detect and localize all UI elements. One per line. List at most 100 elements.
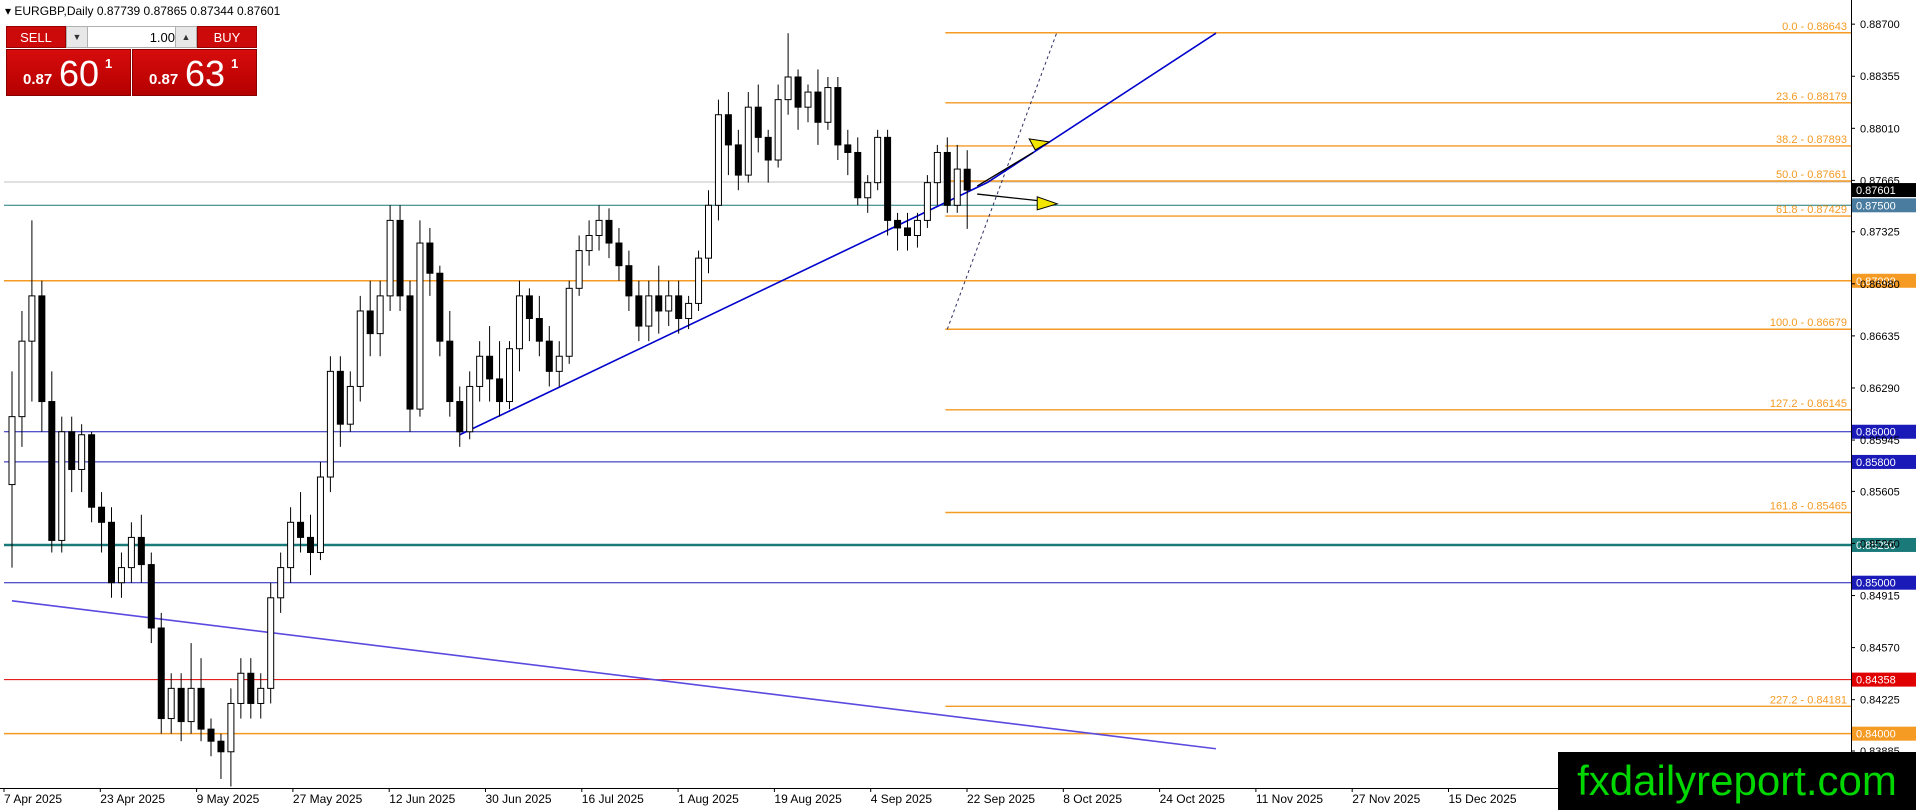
candle [58,416,66,553]
lot-decrease-icon[interactable]: ▼ [67,27,88,47]
level-price-label: 0.87500 [1856,200,1896,212]
candle-body [525,295,533,320]
sell-button[interactable]: SELL [6,26,66,48]
candle [506,341,513,410]
candle [645,280,653,342]
candle-body [824,87,832,123]
candle [8,371,16,568]
candle [864,175,872,213]
candle-body [326,370,334,478]
candle [615,227,623,281]
candle [794,69,802,130]
candle [416,220,424,417]
candle-body [297,521,305,538]
candle-body [515,295,523,350]
candle [167,673,175,734]
candle-body [963,168,971,191]
buy-button[interactable]: BUY [197,26,257,48]
candle [396,205,404,311]
candle [724,92,732,176]
level-price-label: 0.84358 [1856,675,1896,687]
lot-increase-icon[interactable]: ▲ [175,27,196,47]
candle-body [545,340,553,372]
candle [565,280,573,364]
price-tick-label: 0.85260 [1860,538,1900,550]
candle-body [247,672,255,704]
candle [874,129,882,191]
candle [754,84,762,153]
chart-area[interactable]: 0.0 - 0.88643 23.6 - 0.88179 38.2 - 0.8789… [0,0,1916,810]
candle-body [346,385,354,425]
candle [705,190,712,274]
price-tick-label: 0.87325 [1860,227,1900,239]
down-arrow-head [1036,196,1059,211]
candle [316,461,324,561]
candle-body [844,144,852,153]
candle [714,99,722,221]
candle-body [167,687,175,720]
candle-body [754,106,762,138]
candle-body [635,295,643,327]
buy-price-box[interactable]: 0.87 63 1 [132,49,257,96]
candle-body [426,242,434,274]
candle [854,137,862,206]
candle-body [555,355,563,372]
candle [247,658,255,719]
candle-body [595,219,603,236]
candle-body [187,687,195,723]
candle [356,295,364,402]
candle [227,688,235,787]
candle-body [615,242,623,267]
candle [575,235,583,296]
candle-body [157,627,165,720]
candle-body [953,168,961,206]
price-tick-label: 0.86980 [1860,279,1900,291]
candle [486,326,494,402]
candle-body [923,182,931,221]
sell-price-big: 60 [59,53,100,94]
candle-body [655,295,663,312]
candle-body [685,302,693,320]
candle [237,658,245,719]
candle-body [386,219,394,297]
candle [555,341,563,387]
horizontal-levels [4,181,1851,735]
candle [38,280,46,432]
symbol-triangle-icon: ▾ [5,4,12,18]
candle [894,212,902,251]
time-tick-label: 4 Sep 2025 [871,792,933,806]
candle [187,643,195,734]
sell-price-box[interactable]: 0.87 60 1 [6,49,131,96]
candle [48,371,56,553]
candle [406,280,414,432]
lot-size-input[interactable] [88,28,177,46]
time-tick-label: 7 Apr 2025 [4,792,62,806]
price-tick-label: 0.85945 [1860,435,1900,447]
candles [8,33,971,787]
candle-body [774,99,782,161]
candle-body [466,385,474,433]
time-tick-label: 16 Jul 2025 [582,792,644,806]
candle [307,514,314,576]
candle [635,280,643,342]
price-chart[interactable]: 0.0 - 0.88643 23.6 - 0.88179 38.2 - 0.8789… [0,0,1916,810]
time-tick-label: 30 Jun 2025 [486,792,552,806]
time-tick-label: 12 Jun 2025 [389,792,455,806]
candle [953,144,961,213]
candle-body [78,434,86,470]
buy-price-big: 63 [185,53,226,94]
fib-level-label: 100.0 - 0.86679 [1770,317,1847,329]
candle [585,220,593,266]
candle [108,507,115,598]
candle [137,514,145,583]
candle-body [625,265,633,297]
candle-body [764,136,772,161]
candle [18,310,26,447]
candle-body [416,242,424,410]
price-tick-label: 0.88010 [1860,123,1900,135]
candle [28,220,36,402]
candle [605,208,613,259]
candle [386,205,394,311]
candle-body [356,310,364,387]
candle-body [894,219,902,229]
